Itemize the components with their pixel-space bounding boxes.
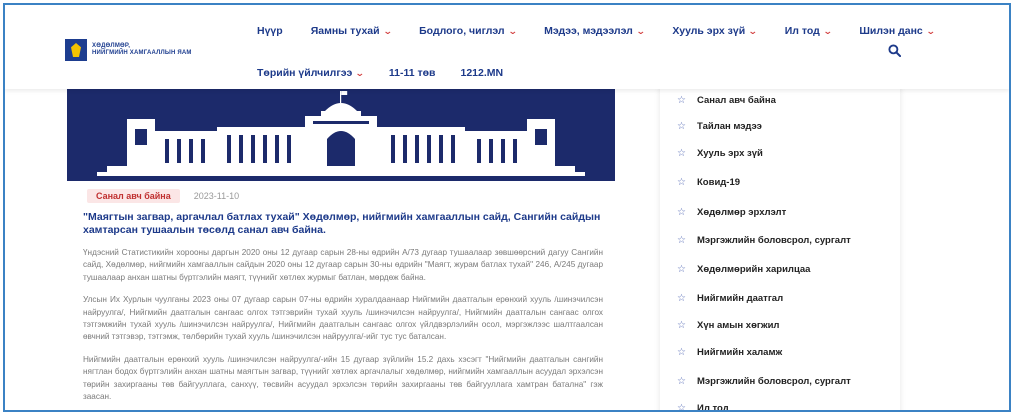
article-paragraph-3: Нийгмийн даатгалын ерөнхий хууль /шинэчи… (83, 354, 603, 402)
sidebar-item-label: Санал авч байна (697, 95, 776, 106)
star-icon: ☆ (677, 95, 686, 106)
star-icon: ☆ (677, 235, 686, 246)
nav-label: Хууль эрх зүй (672, 25, 746, 37)
browser-frame: ХӨДӨЛМӨР, НИЙГМИЙН ХАМГААЛЛЫН ЯАМ Нүүр Я… (3, 3, 1011, 412)
nav-glass-account[interactable]: Шилэн данс ⌄ (859, 25, 936, 37)
article-meta: Санал авч байна 2023-11-10 (87, 189, 603, 203)
sidebar-item-transparency[interactable]: ☆ Ил тод (677, 403, 729, 412)
chevron-down-icon: ⌄ (382, 25, 393, 36)
nav-label: Мэдээ, мэдээлэл (544, 25, 633, 37)
chevron-down-icon: ⌄ (355, 67, 365, 78)
category-badge[interactable]: Санал авч байна (87, 189, 180, 203)
main-nav-row-2: Төрийн үйлчилгээ ⌄ 11-11 төв 1212.MN (257, 67, 503, 79)
site-header: ХӨДӨЛМӨР, НИЙГМИЙН ХАМГААЛЛЫН ЯАМ Нүүр Я… (5, 5, 1009, 89)
sidebar-item-label: Нийгмийн даатгал (697, 293, 784, 304)
sidebar-item-employment[interactable]: ☆ Хөдөлмөр эрхлэлт (677, 207, 786, 218)
site-logo[interactable]: ХӨДӨЛМӨР, НИЙГМИЙН ХАМГААЛЛЫН ЯАМ (65, 39, 192, 61)
search-icon[interactable] (888, 44, 901, 57)
star-icon: ☆ (677, 320, 686, 331)
chevron-down-icon: ⌄ (822, 25, 833, 36)
nav-transparency[interactable]: Ил тод ⌄ (784, 25, 833, 37)
star-icon: ☆ (677, 293, 686, 304)
nav-public-service[interactable]: Төрийн үйлчилгээ ⌄ (257, 67, 365, 79)
star-icon: ☆ (677, 121, 686, 132)
article-date: 2023-11-10 (193, 191, 240, 201)
sidebar-item-label: Хөдөлмөр эрхлэлт (697, 207, 787, 218)
nav-about[interactable]: Яамны тухай ⌄ (310, 25, 393, 37)
nav-label: Төрийн үйлчилгээ (257, 67, 353, 79)
nav-label: Нүүр (257, 25, 283, 37)
chevron-down-icon: ⌄ (748, 25, 758, 36)
sidebar-item-label: Мэргэжлийн боловсрол, сургалт (697, 376, 851, 387)
nav-label: Яамны тухай (310, 25, 380, 37)
nav-label: Бодлого, чиглэл (419, 25, 505, 37)
sidebar-item-labor-relations[interactable]: ☆ Хөдөлмөрийн харилцаа (677, 264, 810, 275)
sidebar-item-label: Ковид-19 (697, 177, 741, 188)
article-paragraph-1: Үндэсний Статистикийн хорооны даргын 202… (83, 248, 603, 282)
sidebar-item-label: Хөдөлмөрийн харилцаа (697, 264, 811, 275)
sidebar-item-social-welfare[interactable]: ☆ Нийгмийн халамж (677, 347, 782, 358)
sidebar-item-vocational-training[interactable]: ☆ Мэргэжлийн боловсрол, сургалт (677, 235, 851, 246)
nav-label: 1212.MN (460, 67, 504, 79)
sidebar-item-social-insurance[interactable]: ☆ Нийгмийн даатгал (677, 293, 783, 304)
star-icon: ☆ (677, 207, 686, 218)
star-icon: ☆ (677, 264, 686, 275)
sidebar-item-consultation[interactable]: ☆ Санал авч байна (677, 95, 776, 106)
government-palace-illustration (97, 91, 585, 176)
sidebar-item-covid[interactable]: ☆ Ковид-19 (677, 177, 740, 188)
main-nav-row-1: Нүүр Яамны тухай ⌄ Бодлого, чиглэл ⌄ Мэдээ… (257, 25, 936, 37)
nav-label: Шилэн данс (859, 25, 923, 37)
sidebar-item-label: Тайлан мэдээ (697, 121, 762, 132)
nav-label: Ил тод (784, 25, 820, 37)
sidebar-item-label: Хууль эрх зүй (697, 148, 763, 159)
nav-policy[interactable]: Бодлого, чиглэл ⌄ (419, 25, 518, 37)
sidebar-item-label: Ил тод (697, 403, 729, 412)
nav-label: 11-11 төв (388, 67, 436, 79)
sidebar-item-label: Мэргэжлийн боловсрол, сургалт (697, 235, 851, 246)
article-paragraph-2: Улсын Их Хурлын чуулганы 2023 оны 07 дуг… (83, 295, 603, 342)
nav-home[interactable]: Нүүр (257, 25, 283, 37)
category-sidebar: ☆ Санал авч байна ☆ Тайлан мэдээ ☆ Хууль эр… (660, 85, 900, 412)
sidebar-item-population-development[interactable]: ☆ Хүн амын хөгжил (677, 320, 779, 331)
chevron-down-icon: ⌄ (635, 25, 646, 36)
sidebar-item-reports[interactable]: ☆ Тайлан мэдээ (677, 121, 762, 132)
sidebar-item-label: Хүн амын хөгжил (697, 320, 780, 331)
sidebar-item-label: Нийгмийн халамж (697, 347, 783, 358)
logo-line-1: ХӨДӨЛМӨР, (92, 43, 131, 49)
emblem-icon (65, 39, 87, 61)
sidebar-item-legal[interactable]: ☆ Хууль эрх зүй (677, 148, 763, 159)
sidebar-item-vocational-training-2[interactable]: ☆ Мэргэжлийн боловсрол, сургалт (677, 376, 851, 387)
star-icon: ☆ (677, 148, 686, 159)
logo-text: ХӨДӨЛМӨР, НИЙГМИЙН ХАМГААЛЛЫН ЯАМ (92, 43, 192, 57)
logo-line-2: НИЙГМИЙН ХАМГААЛЛЫН ЯАМ (92, 50, 192, 56)
chevron-down-icon: ⌄ (925, 25, 936, 36)
nav-legal[interactable]: Хууль эрх зүй ⌄ (672, 25, 758, 37)
star-icon: ☆ (677, 177, 686, 188)
star-icon: ☆ (677, 376, 686, 387)
article-title[interactable]: "Маягтын загвар, аргачлал батлах тухай" … (83, 211, 603, 237)
article-banner-image (67, 89, 615, 181)
chevron-down-icon: ⌄ (507, 25, 518, 36)
nav-news[interactable]: Мэдээ, мэдээлэл ⌄ (544, 25, 646, 37)
star-icon: ☆ (677, 403, 686, 412)
star-icon: ☆ (677, 347, 686, 358)
nav-1212mn[interactable]: 1212.MN (460, 67, 503, 79)
nav-1111-center[interactable]: 11-11 төв (389, 67, 436, 79)
article-content: Санал авч байна 2023-11-10 "Маягтын загв… (83, 189, 603, 403)
